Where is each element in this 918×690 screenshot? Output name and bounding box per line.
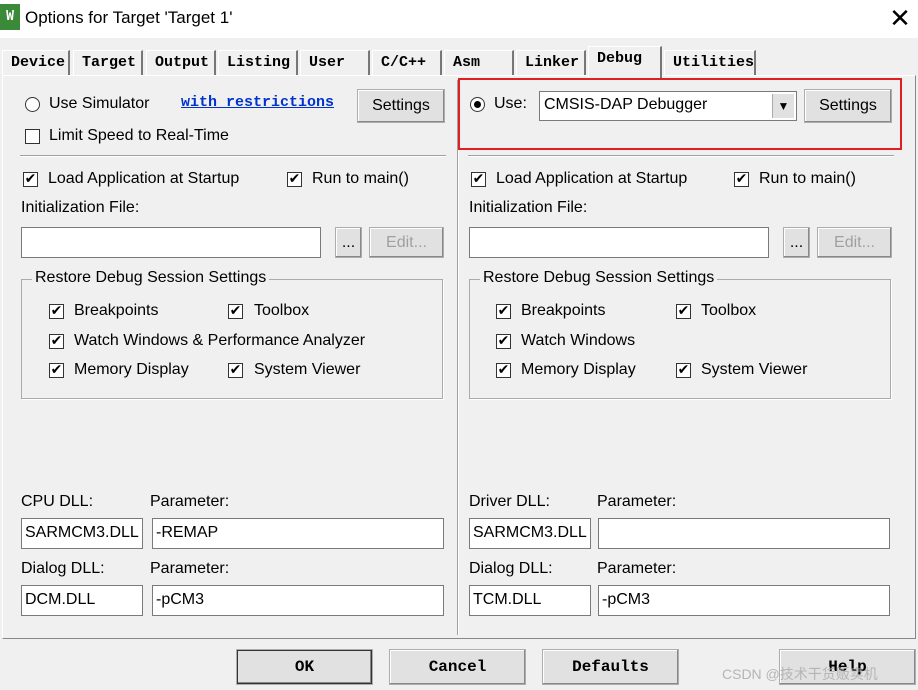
left-watch-checkbox[interactable]: ✔: [49, 334, 64, 349]
right-memory-label: Memory Display: [521, 361, 636, 378]
left-load-app-label: Load Application at Startup: [48, 170, 240, 187]
left-dialog-param-field[interactable]: -pCM3: [152, 585, 444, 616]
cpu-param-label: Parameter:: [150, 493, 230, 510]
left-edit-button[interactable]: Edit...: [369, 227, 444, 258]
tab-asm[interactable]: Asm: [444, 50, 514, 76]
left-memory-checkbox[interactable]: ✔: [49, 363, 64, 378]
right-dialog-param-label: Parameter:: [597, 560, 677, 577]
with-restrictions-link[interactable]: with restrictions: [181, 94, 334, 111]
left-watch-label: Watch Windows & Performance Analyzer: [74, 332, 366, 349]
right-run-to-main-label: Run to main(): [759, 170, 856, 187]
watermark-text: CSDN @技术干货贩卖机: [722, 666, 878, 682]
right-dialog-dll-field[interactable]: TCM.DLL: [469, 585, 591, 616]
left-memory-label: Memory Display: [74, 361, 189, 378]
tab-strip: Device Target Output Listing User C/C++ …: [0, 46, 918, 78]
right-restore-group-label: Restore Debug Session Settings: [480, 269, 718, 287]
use-simulator-radio[interactable]: [25, 97, 40, 112]
simulator-settings-button[interactable]: Settings: [357, 89, 445, 123]
left-sysview-checkbox[interactable]: ✔: [228, 363, 243, 378]
right-load-app-label: Load Application at Startup: [496, 170, 688, 187]
right-breakpoints-label: Breakpoints: [521, 302, 606, 319]
use-simulator-label: Use Simulator: [49, 95, 150, 112]
tab-listing[interactable]: Listing: [218, 50, 298, 76]
right-init-file-input[interactable]: [469, 227, 769, 258]
right-run-to-main-checkbox[interactable]: ✔: [734, 172, 749, 187]
right-watch-label: Watch Windows: [521, 332, 636, 349]
limit-speed-checkbox[interactable]: [25, 129, 40, 144]
left-browse-button[interactable]: ...: [335, 227, 362, 258]
right-dialog-dll-label: Dialog DLL:: [469, 560, 553, 577]
left-dialog-dll-field[interactable]: DCM.DLL: [21, 585, 143, 616]
defaults-button[interactable]: Defaults: [542, 649, 679, 685]
left-toolbox-label: Toolbox: [254, 302, 310, 319]
left-run-to-main-checkbox[interactable]: ✔: [287, 172, 302, 187]
tab-debug[interactable]: Debug: [588, 46, 662, 78]
cpu-dll-field[interactable]: SARMCM3.DLL: [21, 518, 143, 549]
left-restore-group-label: Restore Debug Session Settings: [32, 269, 270, 287]
right-toolbox-checkbox[interactable]: ✔: [676, 304, 691, 319]
driver-dll-label: Driver DLL:: [469, 493, 550, 510]
cancel-button[interactable]: Cancel: [389, 649, 526, 685]
tab-linker[interactable]: Linker: [516, 50, 586, 76]
tab-target[interactable]: Target: [73, 50, 143, 76]
left-sysview-label: System Viewer: [254, 361, 361, 378]
right-load-app-checkbox[interactable]: ✔: [471, 172, 486, 187]
left-breakpoints-checkbox[interactable]: ✔: [49, 304, 64, 319]
right-dialog-param-field[interactable]: -pCM3: [598, 585, 890, 616]
left-init-file-label: Initialization File:: [21, 199, 140, 216]
tab-output[interactable]: Output: [146, 50, 216, 76]
right-browse-button[interactable]: ...: [783, 227, 810, 258]
right-watch-checkbox[interactable]: ✔: [496, 334, 511, 349]
tab-cpp[interactable]: C/C++: [372, 50, 442, 76]
driver-param-label: Parameter:: [597, 493, 677, 510]
left-init-file-input[interactable]: [21, 227, 321, 258]
right-edit-button[interactable]: Edit...: [817, 227, 892, 258]
driver-param-field[interactable]: [598, 518, 890, 549]
close-icon[interactable]: ✕: [886, 4, 914, 32]
left-run-to-main-label: Run to main(): [312, 170, 409, 187]
tab-device[interactable]: Device: [2, 50, 70, 76]
left-load-app-checkbox[interactable]: ✔: [23, 172, 38, 187]
ok-button[interactable]: OK: [236, 649, 373, 685]
window-title: Options for Target 'Target 1': [25, 8, 233, 27]
right-sysview-checkbox[interactable]: ✔: [676, 363, 691, 378]
right-toolbox-label: Toolbox: [701, 302, 757, 319]
right-separator: [468, 155, 894, 157]
right-memory-checkbox[interactable]: ✔: [496, 363, 511, 378]
cpu-param-field[interactable]: -REMAP: [152, 518, 444, 549]
left-toolbox-checkbox[interactable]: ✔: [228, 304, 243, 319]
right-init-file-label: Initialization File:: [469, 199, 588, 216]
tab-utilities[interactable]: Utilities: [664, 50, 756, 76]
right-sysview-label: System Viewer: [701, 361, 808, 378]
highlight-box: [458, 78, 902, 150]
driver-dll-field[interactable]: SARMCM3.DLL: [469, 518, 591, 549]
vertical-divider: [457, 80, 459, 635]
uvision-app-icon: W: [0, 4, 20, 30]
tab-user[interactable]: User: [300, 50, 370, 76]
cpu-dll-label: CPU DLL:: [21, 493, 94, 510]
left-separator: [20, 155, 446, 157]
left-dialog-param-label: Parameter:: [150, 560, 230, 577]
left-breakpoints-label: Breakpoints: [74, 302, 159, 319]
left-dialog-dll-label: Dialog DLL:: [21, 560, 105, 577]
right-breakpoints-checkbox[interactable]: ✔: [496, 304, 511, 319]
limit-speed-label: Limit Speed to Real-Time: [49, 127, 229, 144]
